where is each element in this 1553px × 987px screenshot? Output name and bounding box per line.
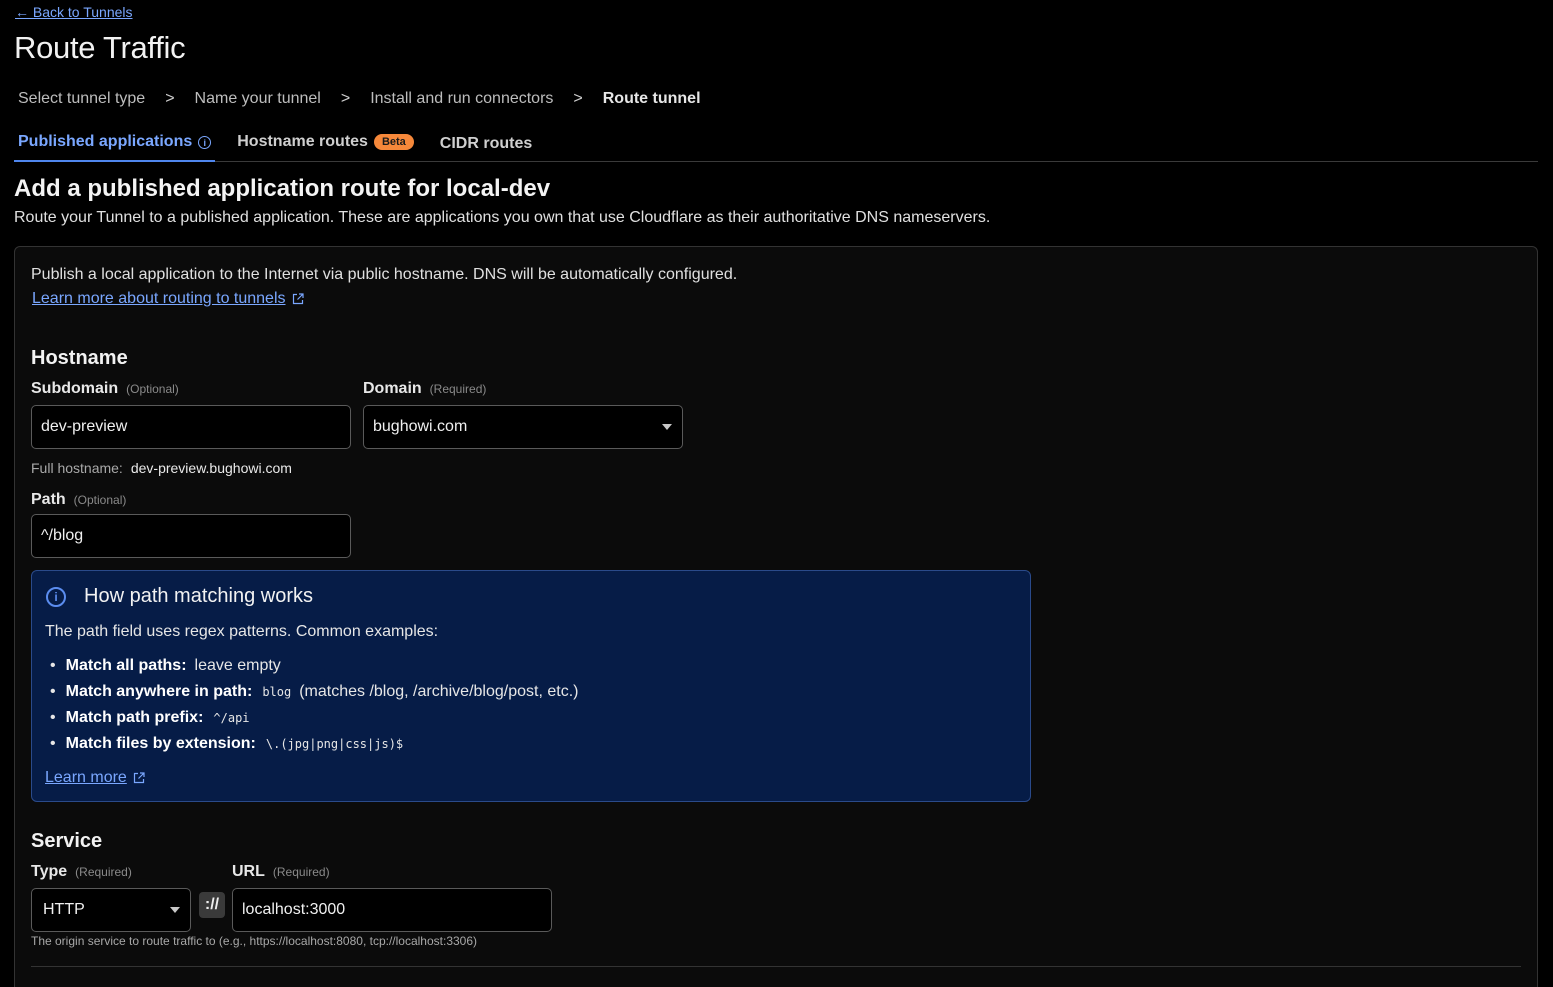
required-hint: (Required)	[272, 865, 330, 879]
full-hostname-value: dev-preview.bughowi.com	[130, 460, 292, 476]
card-intro: Publish a local application to the Inter…	[31, 266, 738, 283]
example-text: leave empty	[194, 657, 281, 674]
route-form-card: Publish a local application to the Inter…	[14, 246, 1538, 987]
required-hint: (Required)	[429, 382, 487, 396]
page-title: Route Traffic	[14, 30, 186, 65]
input-value: ^/blog	[41, 527, 84, 544]
optional-hint: (Optional)	[126, 382, 179, 396]
list-item: Match anywhere in path: blog (matches /b…	[50, 679, 579, 705]
subdomain-label: Subdomain (Optional)	[31, 380, 179, 398]
hostname-heading: Hostname	[31, 347, 128, 369]
tab-bar: Published applications i Hostname routes…	[14, 128, 1538, 162]
stepper: Select tunnel type > Name your tunnel > …	[18, 90, 701, 108]
required-hint: (Required)	[75, 865, 132, 879]
optional-hint: (Optional)	[73, 493, 127, 507]
list-item: Match all paths: leave empty	[50, 653, 578, 679]
learn-more-routing-link[interactable]: Learn more about routing to tunnels	[32, 290, 304, 308]
step-separator: >	[340, 90, 351, 107]
info-box-intro: The path field uses regex patterns. Comm…	[45, 623, 439, 640]
label-text: Domain	[363, 380, 422, 397]
section-title: Add a published application route for lo…	[14, 175, 551, 202]
info-icon: i	[46, 587, 66, 607]
example-label: Match path prefix:	[65, 709, 204, 726]
domain-label: Domain (Required)	[363, 380, 486, 398]
link-label: Learn more about routing to tunnels	[32, 290, 286, 307]
beta-badge: Beta	[373, 134, 414, 150]
example-code: blog	[262, 685, 292, 699]
service-url-input[interactable]: localhost:3000	[232, 888, 552, 932]
step-separator: >	[573, 90, 583, 107]
example-label: Match all paths:	[65, 657, 187, 674]
select-value: HTTP	[43, 901, 85, 918]
label-text: Path	[31, 491, 66, 508]
tab-label: Published applications	[18, 133, 193, 150]
protocol-separator: ://	[199, 892, 225, 918]
info-icon[interactable]: i	[198, 136, 212, 149]
service-help-text: The origin service to route traffic to (…	[31, 934, 478, 948]
example-label: Match anywhere in path:	[65, 683, 253, 700]
tab-hostname-routes[interactable]: Hostname routes Beta	[233, 128, 418, 162]
input-value: dev-preview	[41, 418, 128, 435]
list-item: Match files by extension: \.(jpg|png|css…	[50, 731, 578, 757]
path-input[interactable]: ^/blog	[31, 514, 351, 558]
example-code: \.(jpg|png|css|js)$	[265, 737, 404, 751]
step-separator: >	[165, 90, 175, 107]
step-install-connectors: Install and run connectors	[370, 90, 554, 107]
service-heading: Service	[31, 830, 103, 852]
tab-label: CIDR routes	[439, 135, 533, 152]
path-matching-info-box: i How path matching works The path field…	[31, 570, 1031, 802]
step-name-tunnel: Name your tunnel	[194, 90, 321, 107]
external-link-icon	[133, 772, 145, 784]
path-examples-list: Match all paths: leave empty Match anywh…	[50, 653, 579, 757]
tab-published-applications[interactable]: Published applications i	[14, 128, 216, 162]
example-label: Match files by extension:	[65, 735, 256, 752]
learn-more-link[interactable]: Learn more	[45, 769, 145, 787]
chevron-down-icon	[170, 907, 180, 913]
service-type-select[interactable]: HTTP	[31, 888, 191, 932]
chevron-down-icon	[662, 424, 672, 430]
label-text: Subdomain	[31, 380, 119, 397]
full-hostname: Full hostname: dev-preview.bughowi.com	[31, 460, 292, 476]
input-value: localhost:3000	[242, 901, 346, 918]
subdomain-input[interactable]: dev-preview	[31, 405, 351, 449]
link-label: Learn more	[45, 769, 127, 786]
section-description: Route your Tunnel to a published applica…	[14, 209, 991, 226]
example-code: ^/api	[213, 711, 250, 725]
type-label: Type (Required)	[31, 863, 132, 881]
label-text: URL	[232, 863, 265, 880]
select-value: bughowi.com	[373, 418, 468, 435]
url-label: URL (Required)	[232, 863, 330, 881]
tab-cidr-routes[interactable]: CIDR routes	[436, 128, 536, 162]
list-item: Match path prefix: ^/api	[50, 705, 578, 731]
example-text: (matches /blog, /archive/blog/post, etc.…	[299, 683, 579, 700]
label-text: Type	[31, 863, 68, 880]
full-hostname-label: Full hostname:	[31, 460, 123, 476]
divider	[31, 966, 1521, 967]
tab-label: Hostname routes	[237, 133, 368, 150]
info-box-title: How path matching works	[84, 585, 313, 607]
external-link-icon	[292, 293, 304, 305]
domain-select[interactable]: bughowi.com	[363, 405, 683, 449]
path-label: Path (Optional)	[31, 491, 126, 509]
step-route-tunnel: Route tunnel	[602, 90, 701, 107]
step-select-tunnel-type: Select tunnel type	[18, 90, 146, 107]
back-to-tunnels-link[interactable]: ← Back to Tunnels	[15, 4, 133, 20]
